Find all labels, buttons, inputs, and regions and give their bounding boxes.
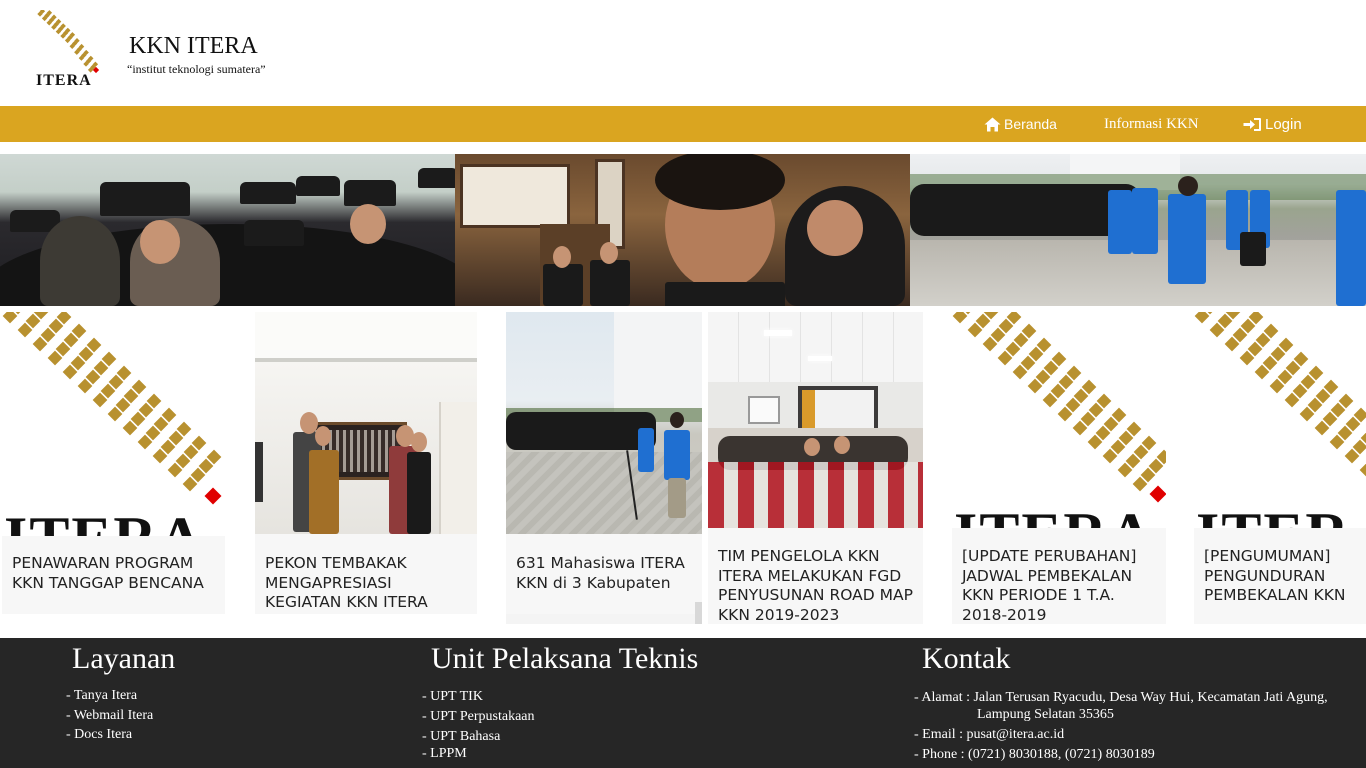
main-navbar: Beranda Informasi KKN Login bbox=[0, 106, 1366, 142]
footer-upt-title: Unit Pelaksana Teknis bbox=[431, 642, 699, 675]
itera-logo-icon bbox=[1194, 312, 1366, 478]
news-card-title[interactable]: [UPDATE PERUBAHAN] JADWAL PEMBEKALAN KKN… bbox=[952, 528, 1166, 624]
nav-login[interactable]: Login bbox=[1243, 106, 1302, 142]
footer-link-upt-bahasa[interactable]: - UPT Bahasa bbox=[422, 729, 500, 745]
news-card[interactable]: 631 Mahasiswa ITERA KKN di 3 Kabupaten bbox=[506, 312, 702, 624]
hero-banner bbox=[0, 154, 1366, 306]
footer-link-docs-itera[interactable]: - Docs Itera bbox=[66, 727, 132, 743]
news-card-image: ITERA bbox=[2, 312, 225, 536]
news-card[interactable]: ITER [PENGUMUMAN] PENGUNDURAN PEMBEKALAN… bbox=[1194, 312, 1366, 624]
footer-phone: - Phone : (0721) 8030188, (0721) 8030189 bbox=[914, 747, 1155, 762]
news-card[interactable]: ITERA PENAWARAN PROGRAM KKN TANGGAP BENC… bbox=[2, 312, 225, 624]
logo-wordmark: ITERA bbox=[4, 504, 204, 536]
footer-link-upt-tik[interactable]: - UPT TIK bbox=[422, 689, 483, 705]
footer-email[interactable]: - Email : pusat@itera.ac.id bbox=[914, 727, 1064, 743]
banner-photo-boy-classroom bbox=[455, 154, 910, 306]
site-title[interactable]: KKN ITERA bbox=[129, 33, 258, 60]
itera-logo-icon bbox=[952, 312, 1166, 503]
news-card-title[interactable]: PEKON TEMBAKAK MENGAPRESIASI KEGIATAN KK… bbox=[255, 534, 477, 614]
logo-wordmark: ITER bbox=[1196, 500, 1351, 528]
news-list: ITERA PENAWARAN PROGRAM KKN TANGGAP BENC… bbox=[0, 312, 1366, 624]
news-card-image: ITER bbox=[1194, 312, 1366, 528]
news-card-title[interactable]: 631 Mahasiswa ITERA KKN di 3 Kabupaten bbox=[506, 534, 702, 614]
nav-informasi-kkn[interactable]: Informasi KKN bbox=[1104, 106, 1199, 142]
footer-layanan-title: Layanan bbox=[72, 642, 176, 675]
site-tagline: “institut teknologi sumatera” bbox=[127, 62, 266, 76]
news-card-title[interactable]: [PENGUMUMAN] PENGUNDURAN PEMBEKALAN KKN bbox=[1194, 528, 1366, 624]
footer-alamat: - Alamat : Jalan Terusan Ryacudu, Desa W… bbox=[914, 690, 1328, 705]
footer-kontak-title: Kontak bbox=[922, 642, 1011, 675]
sign-in-icon bbox=[1243, 117, 1261, 131]
news-card-image bbox=[708, 312, 923, 528]
news-card[interactable]: ITERA [UPDATE PERUBAHAN] JADWAL PEMBEKAL… bbox=[952, 312, 1166, 624]
news-card-image: ITERA bbox=[952, 312, 1166, 528]
footer-link-webmail-itera[interactable]: - Webmail Itera bbox=[66, 708, 153, 724]
news-card-title[interactable]: PENAWARAN PROGRAM KKN TANGGAP BENCANA bbox=[2, 536, 225, 614]
banner-photo-ceremony bbox=[910, 154, 1366, 306]
news-card-title[interactable]: TIM PENGELOLA KKN ITERA MELAKUKAN FGD PE… bbox=[708, 528, 923, 624]
logo-wordmark: ITERA bbox=[36, 72, 92, 89]
nav-login-label: Login bbox=[1265, 115, 1302, 133]
news-card[interactable]: PEKON TEMBAKAK MENGAPRESIASI KEGIATAN KK… bbox=[255, 312, 477, 624]
site-header: ITERA KKN ITERA “institut teknologi suma… bbox=[0, 0, 1366, 106]
footer-link-upt-perpustakaan[interactable]: - UPT Perpustakaan bbox=[422, 709, 535, 725]
home-icon bbox=[984, 117, 1001, 131]
banner-photo-students-caps bbox=[0, 154, 455, 306]
logo-wordmark: ITERA bbox=[954, 500, 1154, 528]
nav-beranda[interactable]: Beranda bbox=[984, 106, 1057, 142]
footer-link-tanya-itera[interactable]: - Tanya Itera bbox=[66, 688, 137, 704]
nav-informasi-label: Informasi KKN bbox=[1104, 115, 1199, 132]
site-footer: Layanan - Tanya Itera - Webmail Itera - … bbox=[0, 638, 1366, 768]
itera-logo-icon bbox=[2, 312, 222, 505]
news-card-image bbox=[506, 312, 702, 534]
footer-link-lppm[interactable]: - LPPM bbox=[422, 746, 467, 762]
footer-alamat-cont: Lampung Selatan 35365 bbox=[977, 707, 1114, 722]
nav-beranda-label: Beranda bbox=[1004, 116, 1057, 132]
news-card[interactable]: TIM PENGELOLA KKN ITERA MELAKUKAN FGD PE… bbox=[708, 312, 923, 624]
news-card-image bbox=[255, 312, 477, 534]
